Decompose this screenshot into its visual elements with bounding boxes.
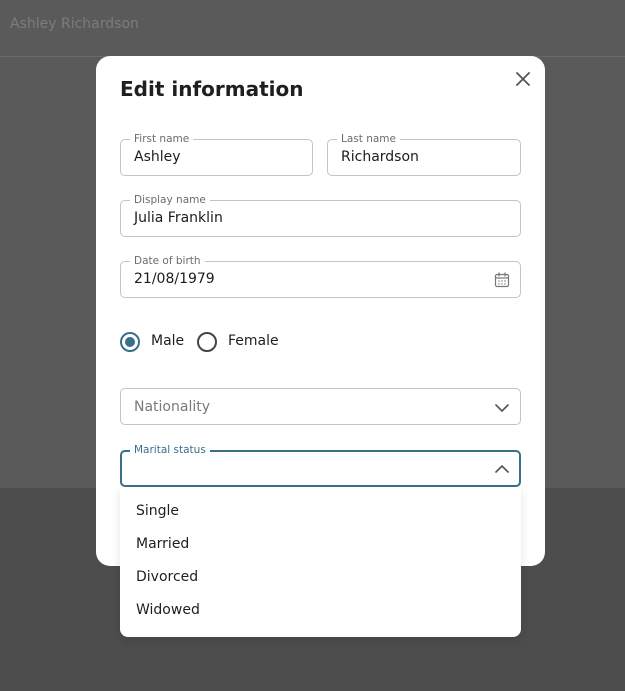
date-of-birth-value: 21/08/1979 [134, 271, 215, 287]
calendar-icon[interactable] [494, 272, 510, 288]
last-name-field[interactable]: Last name Richardson [327, 133, 521, 176]
menu-option-married[interactable]: Married [136, 536, 189, 552]
first-name-field[interactable]: First name Ashley [120, 133, 313, 176]
background-header: Ashley Richardson [0, 0, 625, 56]
male-radio[interactable] [120, 332, 140, 352]
background-title: Ashley Richardson [10, 16, 139, 32]
first-name-value: Ashley [134, 149, 181, 165]
menu-option-single[interactable]: Single [136, 503, 179, 519]
dialog-title: Edit information [120, 77, 304, 101]
male-radio-label[interactable]: Male [151, 333, 184, 349]
display-name-label: Display name [130, 194, 210, 206]
nationality-placeholder: Nationality [134, 399, 211, 415]
last-name-value: Richardson [341, 149, 419, 165]
date-of-birth-field[interactable]: Date of birth 21/08/1979 [120, 255, 521, 298]
close-icon [516, 72, 530, 86]
menu-option-divorced[interactable]: Divorced [136, 569, 198, 585]
menu-option-widowed[interactable]: Widowed [136, 602, 200, 618]
marital-status-label: Marital status [130, 444, 210, 456]
last-name-label: Last name [337, 133, 400, 145]
marital-status-menu: Single Married Divorced Widowed [120, 487, 521, 637]
female-radio-label[interactable]: Female [228, 333, 279, 349]
nationality-select[interactable]: Nationality [120, 388, 521, 425]
date-of-birth-label: Date of birth [130, 255, 205, 267]
female-radio[interactable] [197, 332, 217, 352]
chevron-up-icon [495, 465, 509, 473]
marital-status-select[interactable]: Marital status [120, 444, 521, 487]
chevron-down-icon [495, 404, 509, 412]
display-name-field[interactable]: Display name Julia Franklin [120, 194, 521, 237]
close-button[interactable] [512, 68, 534, 90]
display-name-value: Julia Franklin [134, 210, 223, 226]
first-name-label: First name [130, 133, 194, 145]
